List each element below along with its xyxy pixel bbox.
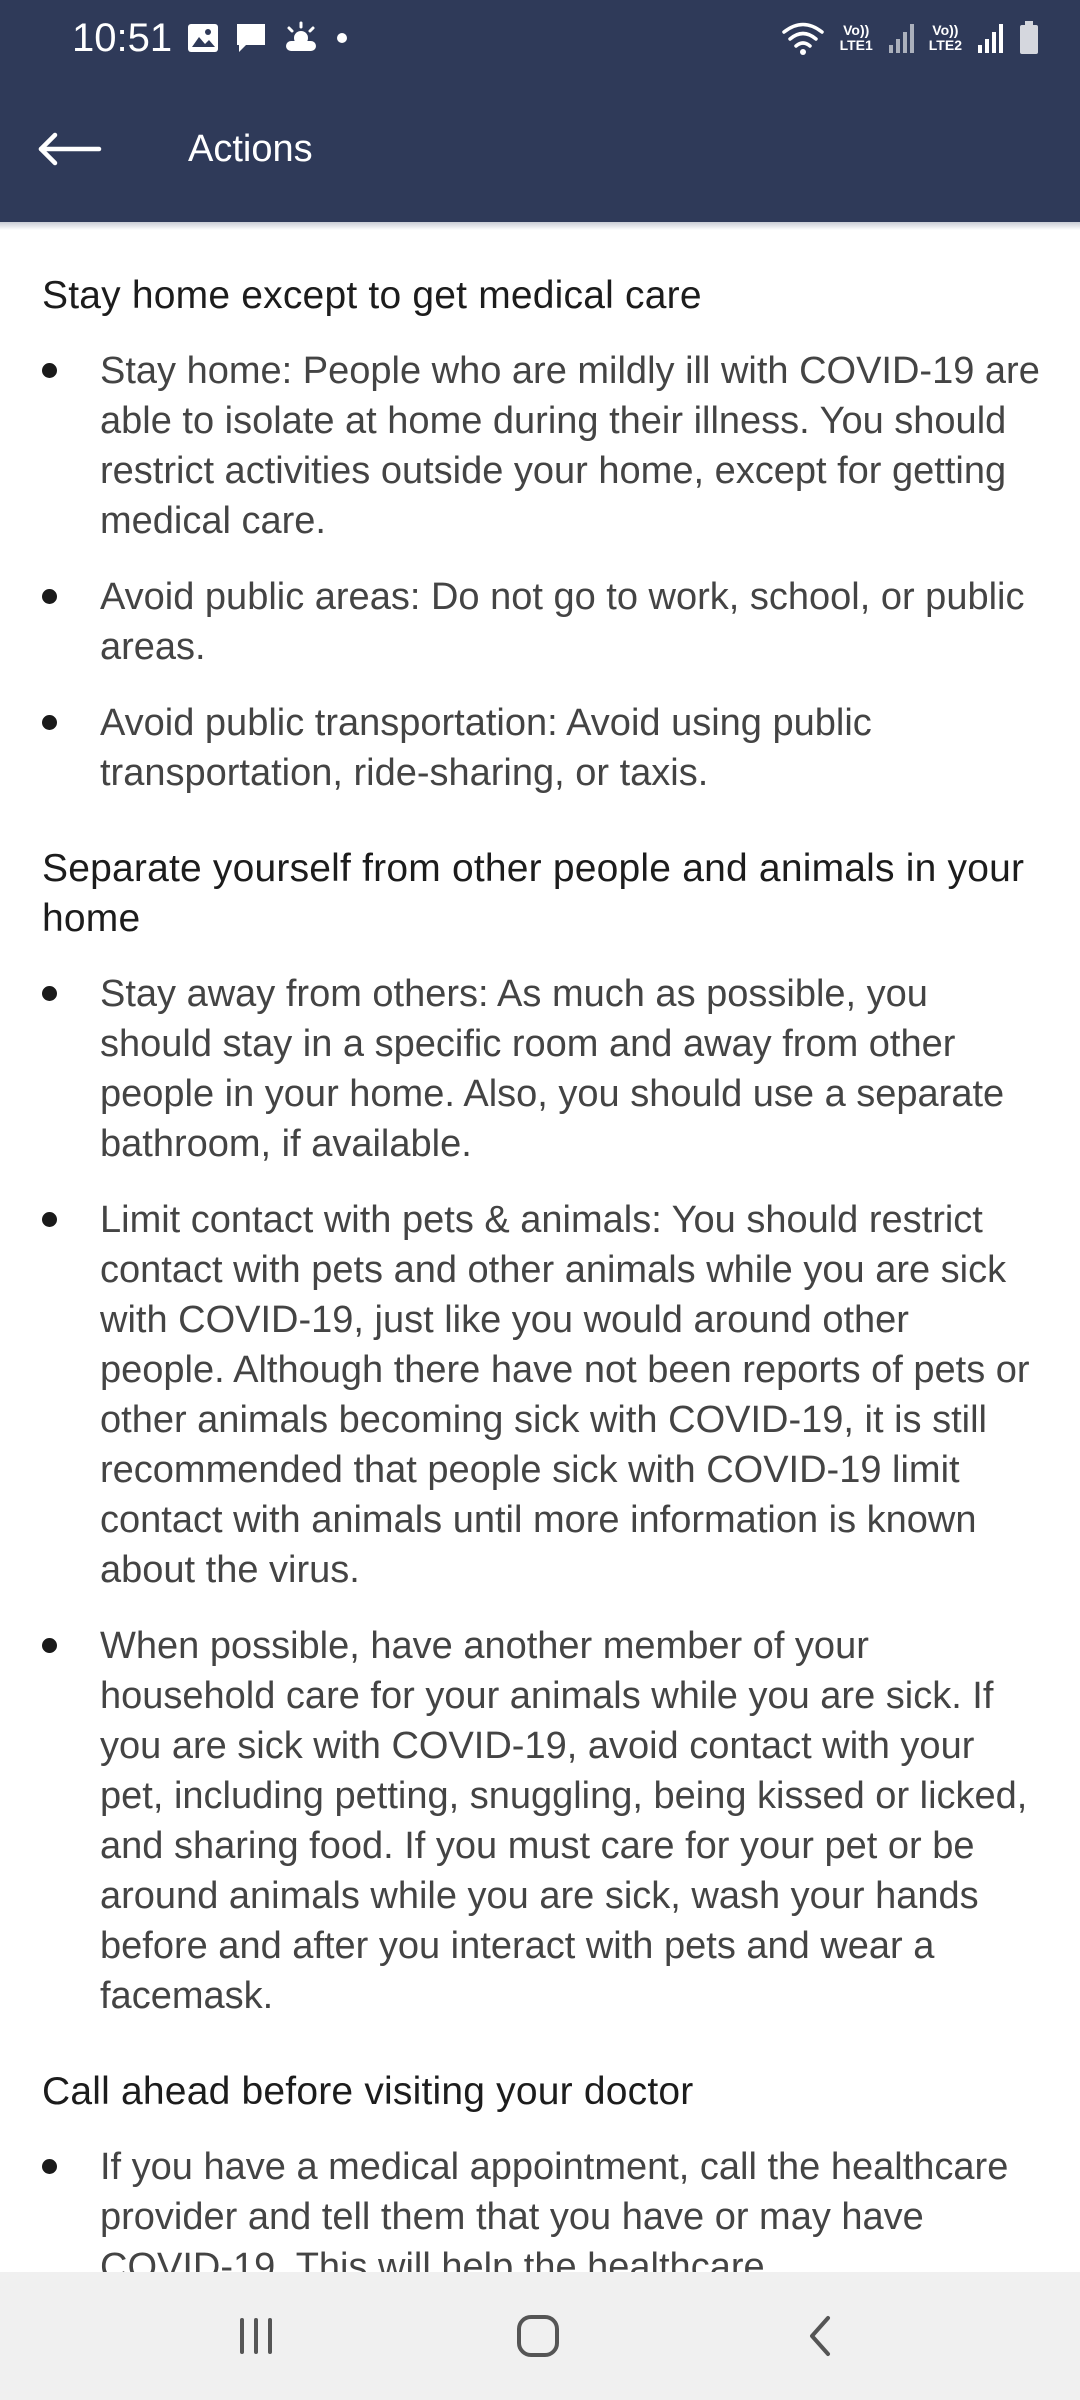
system-nav-bar [0,2272,1080,2400]
bullet-icon [42,986,57,1001]
status-right-icons: Vo)) LTE1 Vo)) LTE2 [780,14,1040,62]
list-item: Avoid public transportation: Avoid using… [0,698,1080,798]
chat-icon [237,24,265,52]
weather-icon [286,21,316,51]
image-icon [188,24,218,52]
volte-label: Vo)) [932,22,959,38]
volte-lte1-icon: Vo)) LTE1 [840,23,873,53]
status-time: 10:51 [72,16,173,60]
arrow-left-icon [38,132,102,166]
wifi-icon [781,22,824,55]
lte2-label: LTE2 [928,37,962,53]
back-button[interactable] [30,114,110,184]
bullet-icon [42,1638,57,1653]
bullet-icon [42,589,57,604]
list-item: Limit contact with pets & animals: You s… [0,1195,1080,1595]
content-scroll-area[interactable]: Stay home except to get medical care Sta… [0,230,1080,2272]
list-item-text: Avoid public areas: Do not go to work, s… [100,576,1025,668]
list-item-text: If you have a medical appointment, call … [100,2146,1009,2272]
bullet-icon [42,2159,57,2174]
list-item-text: Stay away from others: As much as possib… [100,973,1005,1165]
list-item: Stay home: People who are mildly ill wit… [0,346,1080,546]
list-item: Avoid public areas: Do not go to work, s… [0,572,1080,672]
home-icon [517,2315,559,2357]
list-item-text: Avoid public transportation: Avoid using… [100,702,872,794]
list-item: When possible, have another member of yo… [0,1621,1080,2021]
volte-label: Vo)) [843,22,870,38]
status-bar: 10:51 Vo)) LTE1 Vo)) LTE2 [0,0,1080,76]
list-item-text: Limit contact with pets & animals: You s… [100,1199,1030,1591]
lte1-label: LTE1 [839,37,873,53]
list-item: If you have a medical appointment, call … [0,2142,1080,2272]
recents-icon [240,2318,272,2354]
bullet-icon [42,715,57,730]
recents-button[interactable] [206,2296,306,2376]
volte-lte2-icon: Vo)) LTE2 [929,23,962,53]
home-button[interactable] [488,2296,588,2376]
app-bar-shadow [0,222,1080,230]
nav-back-button[interactable] [770,2296,870,2376]
app-bar: Actions [0,76,1080,222]
section-heading: Call ahead before visiting your doctor [42,2070,694,2113]
signal-icon [978,24,1003,53]
section-heading: Stay home except to get medical care [42,274,702,317]
bullet-icon [42,1212,57,1227]
signal-icon [888,24,914,53]
list-item-text: When possible, have another member of yo… [100,1625,1028,2017]
list-item-text: Stay home: People who are mildly ill wit… [100,350,1040,542]
section-heading: Separate yourself from other people and … [42,847,1025,940]
status-left-icons [186,18,350,58]
back-chevron-icon [810,2316,830,2356]
bullet-icon [42,363,57,378]
page-title: Actions [188,128,313,170]
battery-icon [1020,21,1038,54]
list-item: Stay away from others: As much as possib… [0,969,1080,1169]
dot-icon [337,33,347,43]
